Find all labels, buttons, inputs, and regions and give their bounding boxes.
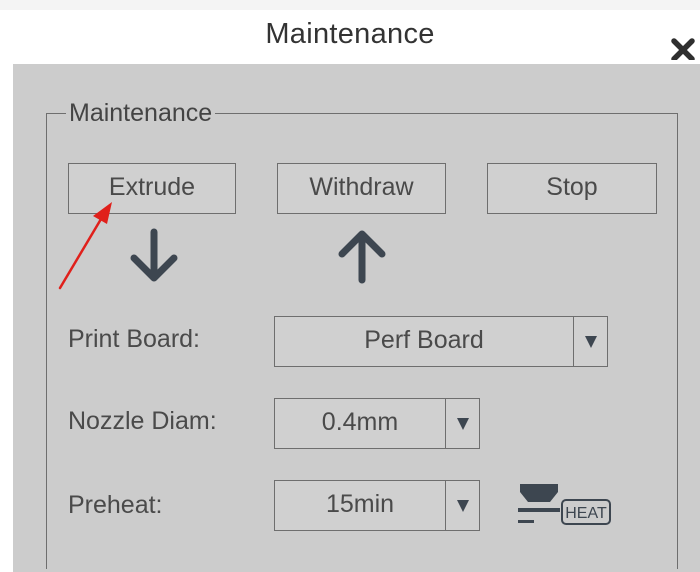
preheat-value: 15min	[325, 490, 395, 518]
preheat-dropdown-button[interactable]	[445, 481, 479, 530]
nozzle-diam-select[interactable]: 0.4mm	[274, 398, 480, 449]
print-board-value: Perf Board	[364, 326, 484, 354]
close-button[interactable]	[660, 20, 700, 62]
title-bar: Maintenance	[0, 10, 700, 64]
preheat-label: Preheat:	[68, 491, 163, 519]
print-board-select[interactable]: Perf Board	[274, 316, 608, 367]
arrow-down-icon	[130, 228, 178, 282]
close-icon	[671, 38, 695, 62]
withdraw-button[interactable]: Withdraw	[277, 163, 446, 214]
maintenance-dialog: Maintenance Maintenance Extrude Withdraw…	[0, 0, 700, 572]
caret-down-icon	[457, 500, 469, 512]
arrow-up-icon	[338, 230, 386, 284]
heat-icon[interactable]: HEAT	[518, 480, 612, 530]
nozzle-diam-dropdown-button[interactable]	[445, 399, 479, 448]
nozzle-diam-label: Nozzle Diam:	[68, 407, 217, 435]
print-board-label: Print Board:	[68, 325, 201, 353]
nozzle-diam-value: 0.4mm	[321, 408, 399, 436]
stop-button[interactable]: Stop	[487, 163, 657, 214]
print-board-dropdown-button[interactable]	[573, 317, 607, 366]
group-legend: Maintenance	[66, 98, 216, 128]
dialog-title: Maintenance	[265, 18, 435, 50]
caret-down-icon	[457, 418, 469, 430]
top-edge	[0, 0, 700, 10]
caret-down-icon	[585, 336, 597, 348]
preheat-select[interactable]: 15min	[274, 480, 480, 531]
annotation-arrow-icon	[58, 202, 112, 290]
heat-badge-text: HEAT	[565, 505, 607, 522]
